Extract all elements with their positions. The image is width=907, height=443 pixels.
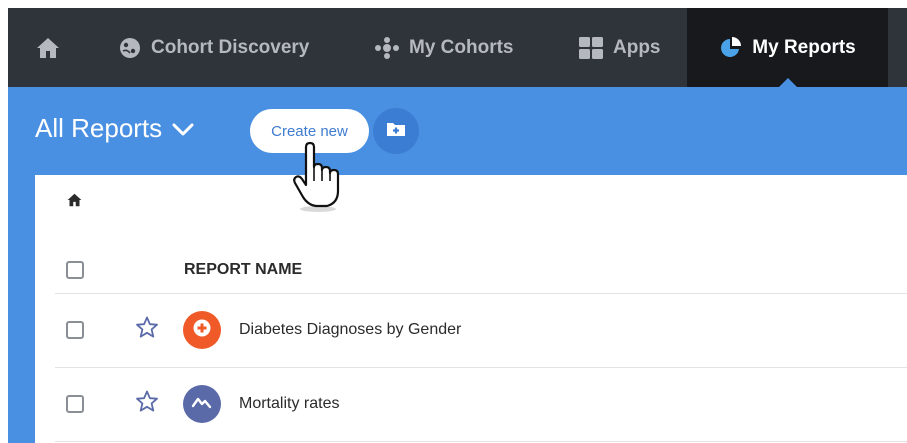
select-all-checkbox[interactable] (66, 261, 84, 279)
star-icon[interactable] (135, 316, 159, 344)
table-header-row: REPORT NAME (55, 247, 907, 294)
page-header: All Reports Create new (8, 87, 907, 175)
nav-home[interactable] (8, 8, 88, 87)
row-checkbox[interactable] (66, 321, 84, 339)
page-title: All Reports (35, 113, 163, 143)
star-icon[interactable] (135, 390, 159, 418)
breadcrumb-home-icon[interactable] (67, 193, 82, 212)
reports-panel: REPORT NAME Diabetes Diagnoses by Gender (35, 175, 907, 443)
grid-icon (578, 36, 604, 60)
plus-circle-icon (192, 318, 212, 343)
nav-label-cohort-discovery: Cohort Discovery (151, 36, 310, 58)
report-name[interactable]: Mortality rates (239, 395, 339, 413)
top-nav: Cohort Discovery My Cohorts Apps My Repo… (8, 8, 907, 87)
row-checkbox[interactable] (66, 395, 84, 413)
home-icon (36, 37, 60, 59)
pie-chart-icon (719, 36, 743, 60)
trend-line-icon (191, 394, 213, 415)
hand-cursor-icon (292, 141, 342, 218)
add-folder-icon (386, 121, 406, 142)
add-folder-button[interactable] (373, 108, 419, 154)
app-frame: Cohort Discovery My Cohorts Apps My Repo… (8, 8, 907, 443)
reports-filter-dropdown[interactable]: All Reports (35, 113, 194, 144)
nav-label-my-reports: My Reports (752, 36, 856, 58)
report-icon (183, 385, 221, 423)
network-icon (374, 36, 400, 59)
nav-apps[interactable]: Apps (578, 8, 661, 87)
table-row[interactable]: Mortality rates (55, 367, 907, 442)
brain-icon (118, 37, 142, 59)
nav-my-reports[interactable]: My Reports (687, 8, 888, 87)
nav-label-my-cohorts: My Cohorts (409, 36, 514, 58)
nav-cohort-discovery[interactable]: Cohort Discovery (118, 8, 309, 87)
report-icon (183, 311, 221, 349)
nav-my-cohorts[interactable]: My Cohorts (374, 8, 514, 87)
chevron-down-icon (172, 113, 194, 144)
column-header-report-name[interactable]: REPORT NAME (184, 261, 302, 279)
table-row[interactable]: Diabetes Diagnoses by Gender (55, 293, 907, 368)
report-name[interactable]: Diabetes Diagnoses by Gender (239, 321, 461, 339)
nav-label-apps: Apps (613, 36, 661, 58)
